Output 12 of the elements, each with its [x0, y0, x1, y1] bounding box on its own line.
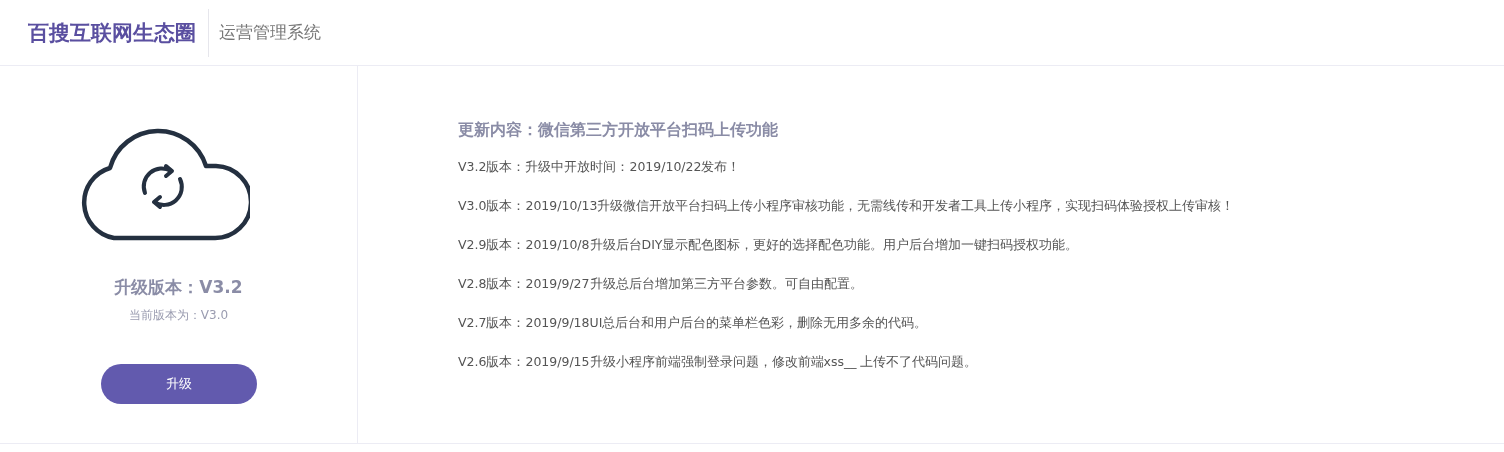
changelog-entry: V2.8版本：2019/9/27升级总后台增加第三方平台参数。可自由配置。 — [458, 275, 864, 293]
current-version: 当前版本为：V3.0 — [128, 307, 229, 324]
changelog-entry: V3.2版本：升级中开放时间：2019/10/22发布！ — [458, 158, 742, 176]
changelog-entry: V2.6版本：2019/9/15升级小程序前端强制登录问题，修改前端xss__ 上传不了代码问题。 — [458, 353, 979, 371]
changelog-entry: V2.9版本：2019/10/8升级后台DIY显示配色图标，更好的选择配色功能。用户后台增加一键扫码授权功能。 — [458, 236, 1080, 254]
changelog-entry: V3.0版本：2019/10/13升级微信开放平台扫码上传小程序审核功能，无需线传和开发者工具上传小程序，实现扫码体验授权上传审核！ — [458, 197, 1235, 215]
changelog-entry: V2.7版本：2019/9/18UI总后台和用户后台的菜单栏色彩，删除无用多余的代码。 — [458, 314, 929, 332]
upgrade-version: 升级版本：V3.2 — [114, 276, 243, 299]
upgrade-button[interactable]: 升级 — [100, 364, 257, 404]
changelog-heading: 更新内容：微信第三方开放平台扫码上传功能 — [458, 120, 779, 141]
system-title: 运营管理系统 — [219, 21, 321, 44]
logo: 百搜互联网生态圈 — [28, 19, 196, 47]
